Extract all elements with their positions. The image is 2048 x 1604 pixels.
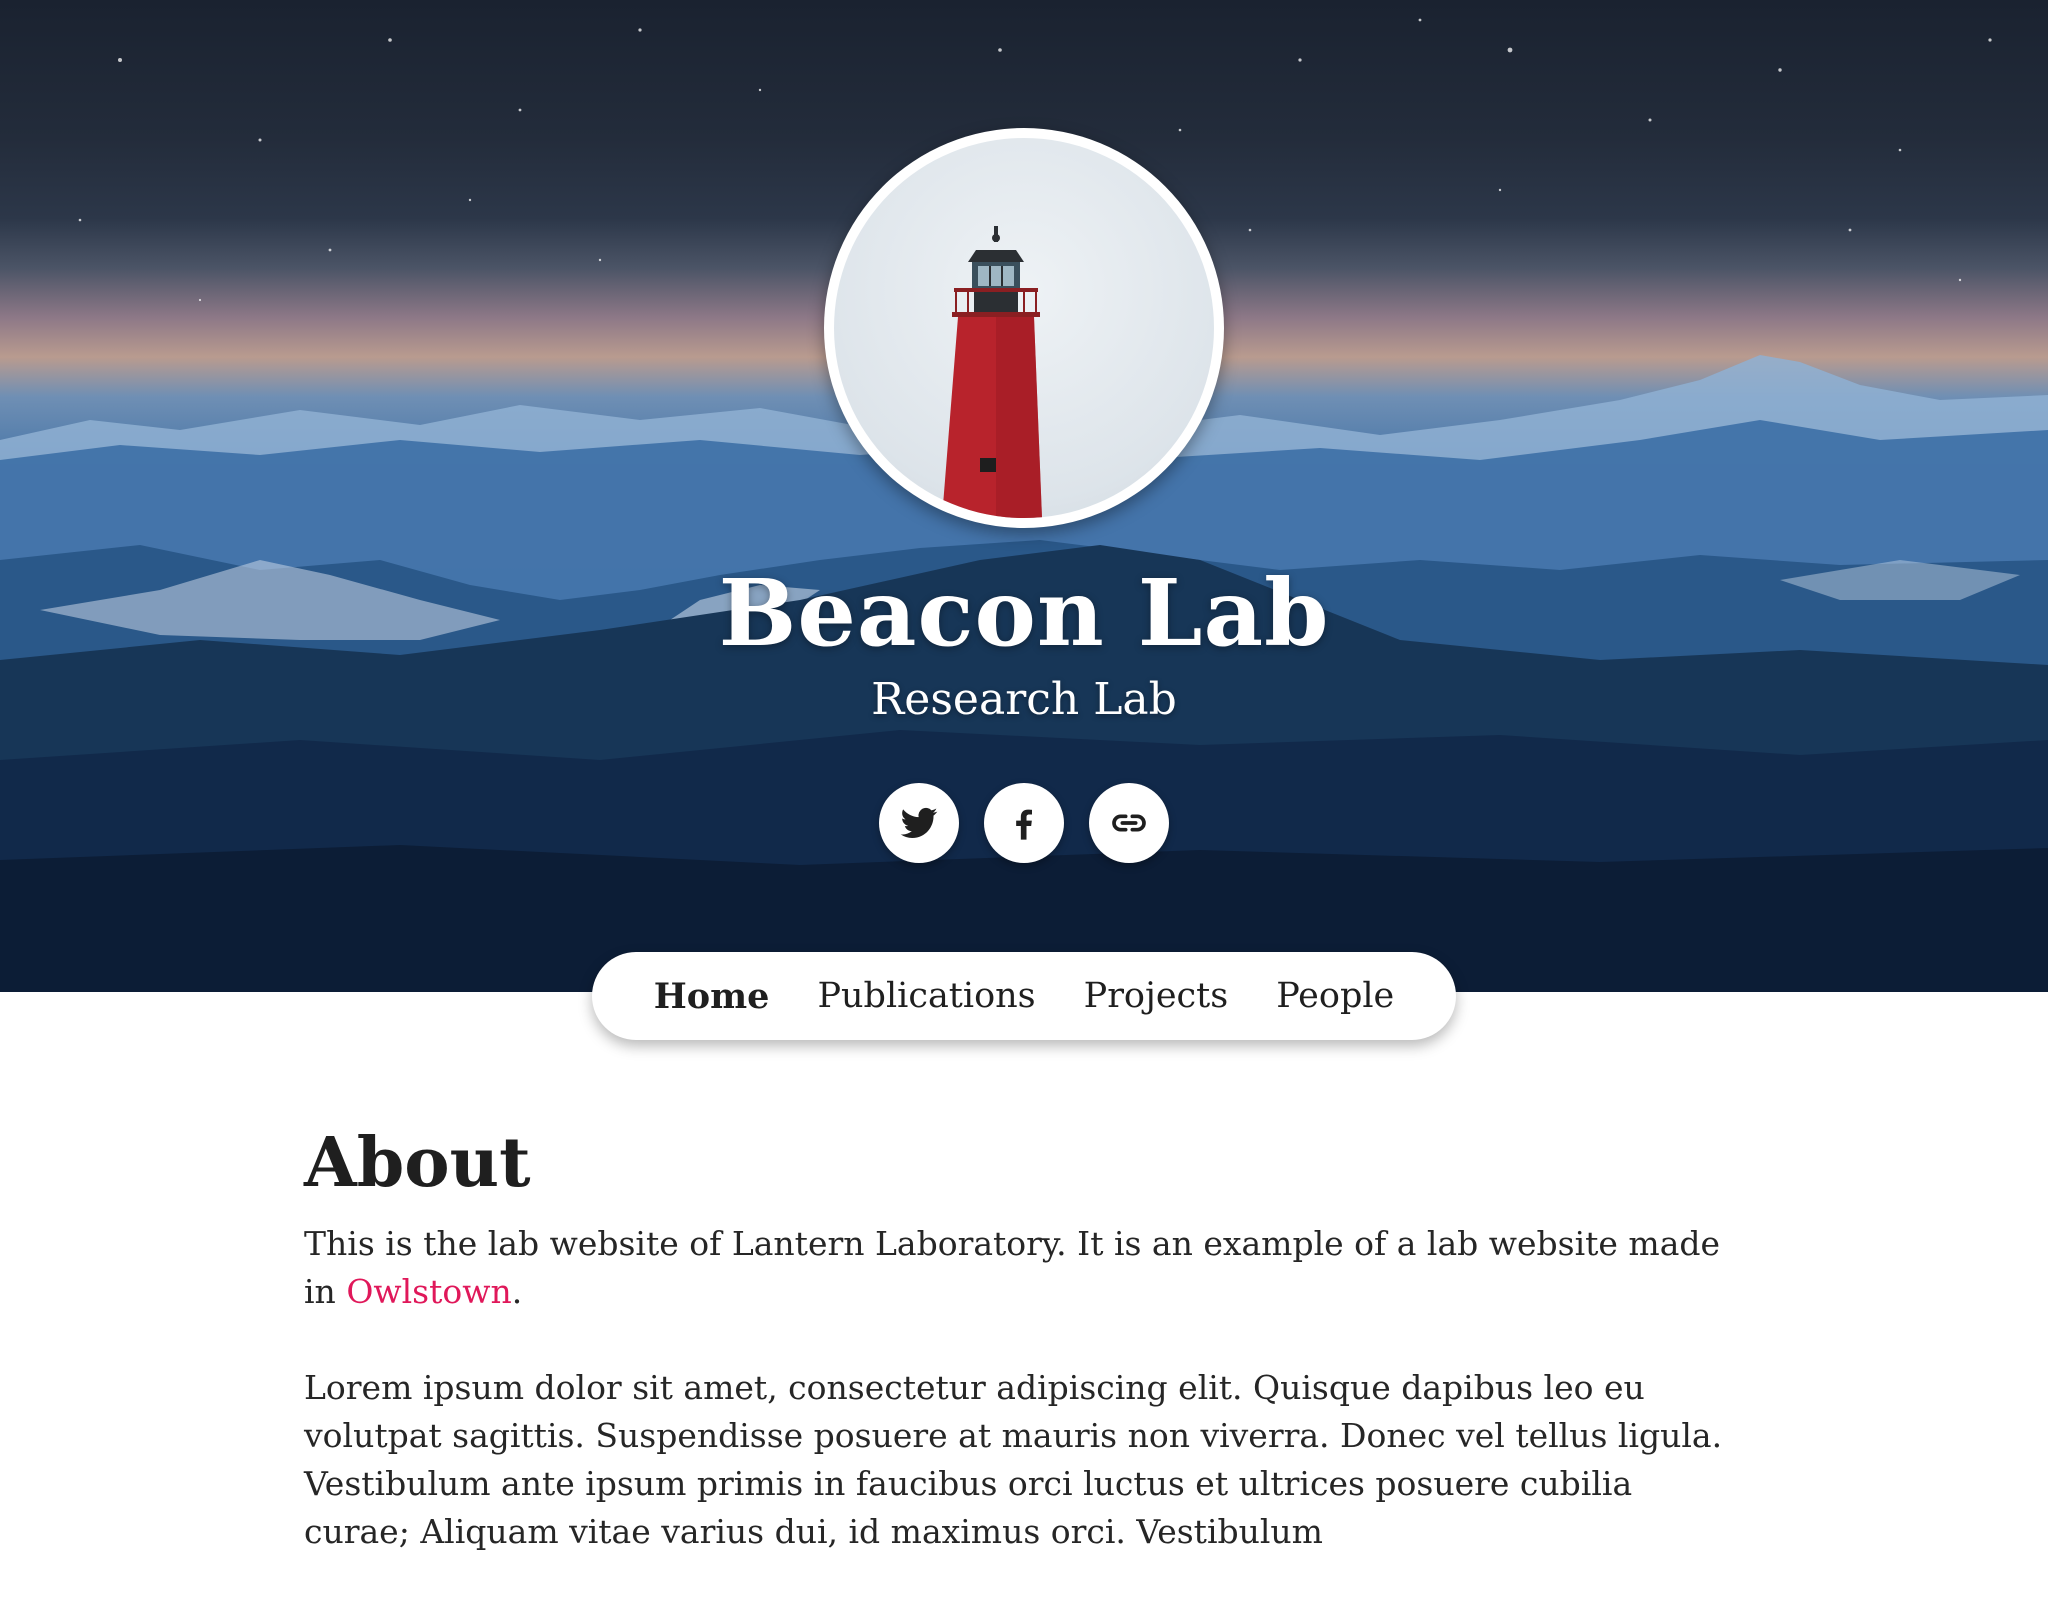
about-intro-paragraph: This is the lab website of Lantern Labor… (304, 1220, 1734, 1316)
lighthouse-icon (942, 226, 1042, 518)
main-navigation: Home Publications Projects People (592, 952, 1456, 1040)
nav-item-people[interactable]: People (1276, 976, 1394, 1016)
lab-subtitle: Research Lab (871, 674, 1177, 725)
hero-banner: Beacon Lab Research Lab (0, 0, 2048, 992)
website-link-button[interactable] (1089, 783, 1169, 863)
twitter-icon (900, 807, 938, 838)
lab-avatar (824, 128, 1224, 528)
lab-title: Beacon Lab (718, 559, 1330, 667)
link-icon (1112, 814, 1146, 832)
nav-item-home[interactable]: Home (654, 976, 770, 1017)
nav-item-projects[interactable]: Projects (1084, 976, 1229, 1016)
nav-item-publications[interactable]: Publications (817, 976, 1035, 1016)
owlstown-link[interactable]: Owlstown (346, 1272, 511, 1311)
twitter-button[interactable] (879, 783, 959, 863)
lorem-paragraph: Lorem ipsum dolor sit amet, consectetur … (304, 1368, 1723, 1551)
about-heading: About (304, 1123, 531, 1203)
about-intro-period: . (511, 1272, 523, 1311)
main-content: About This is the lab website of Lantern… (304, 1120, 1754, 1604)
social-links (0, 783, 2048, 863)
facebook-icon (1016, 809, 1032, 840)
facebook-button[interactable] (984, 783, 1064, 863)
